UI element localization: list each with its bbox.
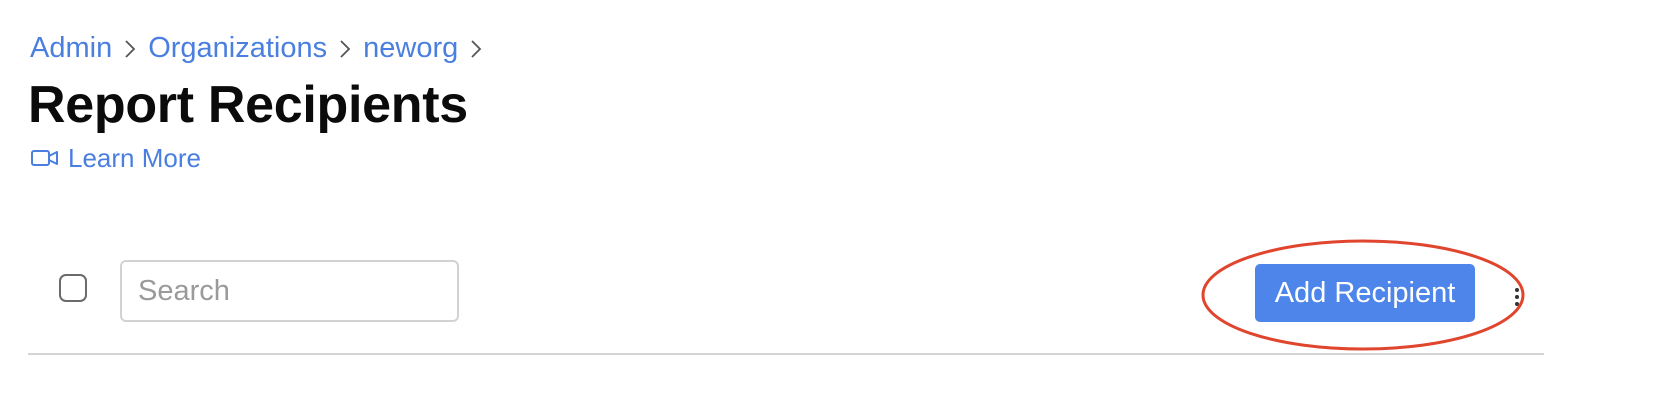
- breadcrumb-organizations[interactable]: Organizations: [148, 28, 327, 68]
- breadcrumb-admin[interactable]: Admin: [30, 28, 112, 68]
- video-camera-icon: [30, 146, 60, 170]
- page-title: Report Recipients: [28, 76, 468, 134]
- toolbar-divider: [28, 353, 1544, 355]
- vertical-ellipsis-icon[interactable]: [1511, 286, 1523, 308]
- chevron-right-icon: [458, 28, 494, 68]
- chevron-right-icon: [112, 28, 148, 68]
- breadcrumb-neworg[interactable]: neworg: [363, 28, 458, 68]
- select-all-checkbox[interactable]: [59, 274, 87, 302]
- add-recipient-button[interactable]: Add Recipient: [1255, 264, 1475, 322]
- report-recipients-page: Admin Organizations neworg Report Recipi…: [0, 0, 1656, 406]
- learn-more-link[interactable]: Learn More: [30, 140, 201, 176]
- learn-more-label: Learn More: [68, 143, 201, 173]
- search-input[interactable]: [120, 260, 459, 322]
- breadcrumb: Admin Organizations neworg: [30, 28, 494, 68]
- chevron-right-icon: [327, 28, 363, 68]
